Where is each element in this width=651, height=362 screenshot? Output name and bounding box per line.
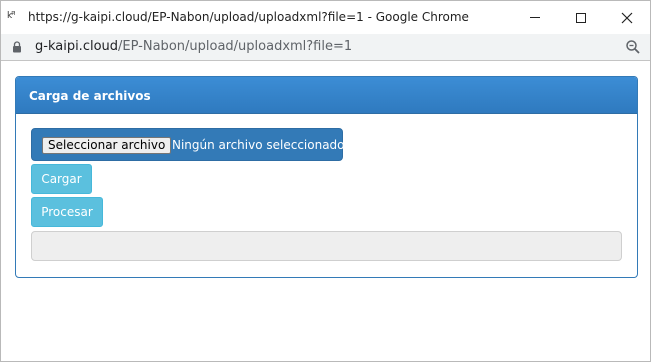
- maximize-icon: [576, 12, 586, 23]
- url-host: g-kaipi.cloud: [35, 39, 119, 54]
- file-status-text: Ningún archivo seleccionado: [172, 138, 345, 152]
- procesar-button[interactable]: Procesar: [31, 197, 103, 227]
- file-input[interactable]: Seleccionar archivo Ningún archivo selec…: [31, 128, 345, 161]
- close-button[interactable]: [604, 1, 650, 34]
- title-bar: kᴾᴵ https://g-kaipi.cloud/EP-Nabon/uploa…: [1, 1, 650, 34]
- address-bar[interactable]: g-kaipi.cloud/EP-Nabon/upload/uploadxml?…: [1, 34, 650, 61]
- panel-title: Carga de archivos: [29, 89, 151, 103]
- app-icon: kᴾᴵ: [7, 11, 15, 21]
- minimize-button[interactable]: [512, 1, 558, 34]
- zoom-icon[interactable]: [625, 39, 641, 55]
- upload-panel: Carga de archivos Seleccionar archivo Ni…: [15, 76, 638, 278]
- close-icon: [621, 12, 633, 23]
- window-title: https://g-kaipi.cloud/EP-Nabon/upload/up…: [28, 10, 469, 24]
- cargar-button[interactable]: Cargar: [31, 164, 92, 194]
- choose-file-button[interactable]: Seleccionar archivo: [42, 137, 172, 154]
- browser-window: kᴾᴵ https://g-kaipi.cloud/EP-Nabon/uploa…: [0, 0, 651, 362]
- page-content: Carga de archivos Seleccionar archivo Ni…: [1, 62, 650, 361]
- url-text[interactable]: g-kaipi.cloud/EP-Nabon/upload/uploadxml?…: [35, 39, 352, 54]
- minimize-icon: [530, 17, 540, 18]
- progress-bar-track: [31, 231, 622, 261]
- lock-icon[interactable]: [12, 41, 22, 53]
- maximize-button[interactable]: [558, 1, 604, 34]
- panel-heading: Carga de archivos: [16, 77, 637, 114]
- url-path: /EP-Nabon/upload/uploadxml?file=1: [118, 39, 353, 54]
